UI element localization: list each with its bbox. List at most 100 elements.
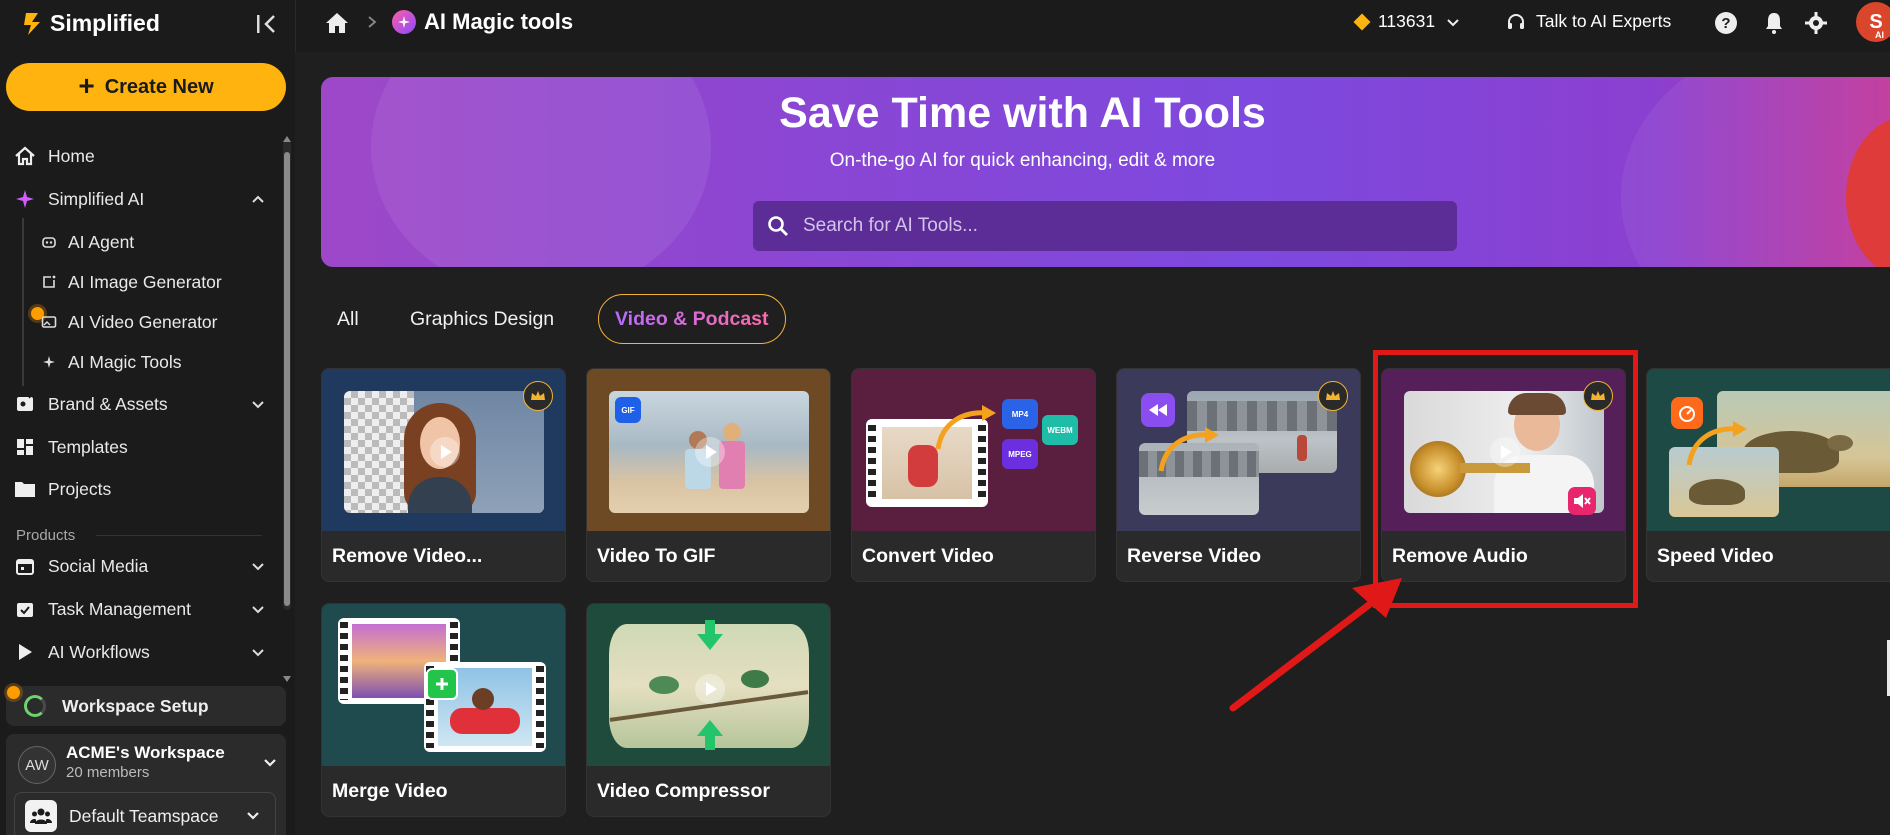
sub-item-label: AI Agent [68, 231, 135, 252]
collapse-sidebar-icon[interactable] [254, 12, 280, 36]
play-icon [695, 674, 725, 704]
tool-card-speed-video[interactable]: Speed Video [1646, 368, 1890, 582]
tab-all[interactable]: All [337, 294, 359, 344]
magic-sparkle-icon [40, 353, 58, 371]
help-icon[interactable]: ? [1714, 11, 1738, 35]
rewind-icon [1141, 393, 1175, 427]
scroll-down-arrow-icon[interactable] [283, 676, 291, 682]
compress-down-arrow-icon [697, 620, 723, 650]
image-gen-icon [40, 273, 58, 291]
teamspace-label: Default Teamspace [69, 805, 219, 826]
calendar-icon [14, 555, 36, 577]
tool-card-reverse-video[interactable]: Reverse Video [1116, 368, 1361, 582]
compress-up-arrow-icon [697, 720, 723, 750]
chevron-down-icon[interactable] [245, 807, 261, 823]
robot-icon [40, 233, 58, 251]
tool-card-video-compressor[interactable]: Video Compressor [586, 603, 831, 817]
sidebar-item-projects[interactable]: Projects [14, 474, 264, 504]
card-thumbnail [1647, 369, 1890, 531]
sidebar-item-ai-workflows[interactable]: AI Workflows [14, 637, 264, 667]
section-divider [96, 535, 262, 536]
user-ai-tag: AI [1875, 30, 1884, 40]
section-label-products: Products [16, 527, 76, 544]
sub-item-label: AI Image Generator [68, 271, 222, 292]
credits-dropdown[interactable]: 113631 [1353, 11, 1461, 32]
sidebar-item-social-media[interactable]: Social Media [14, 551, 264, 581]
tab-graphics-design[interactable]: Graphics Design [410, 294, 554, 344]
sidebar-item-label: Home [48, 145, 95, 166]
card-thumbnail [587, 604, 830, 766]
talk-to-experts-button[interactable]: Talk to AI Experts [1506, 11, 1671, 32]
tab-video-podcast[interactable]: Video & Podcast [598, 294, 786, 344]
chevron-down-icon[interactable] [262, 754, 278, 770]
chevron-up-icon[interactable] [250, 191, 266, 207]
sidebar-item-home[interactable]: Home [14, 141, 264, 171]
credits-value: 113631 [1378, 11, 1436, 31]
create-new-label: Create New [104, 75, 214, 98]
app-logo[interactable]: Simplified [22, 10, 160, 37]
search-input[interactable] [803, 215, 1423, 237]
tool-card-merge-video[interactable]: Merge Video [321, 603, 566, 817]
convert-arrow-icon [935, 405, 996, 450]
sidebar-item-ai-image-generator[interactable]: AI Image Generator [40, 268, 222, 296]
sidebar-item-ai-agent[interactable]: AI Agent [40, 228, 134, 256]
sidebar-item-label: Simplified AI [48, 188, 145, 209]
workspace-members: 20 members [66, 764, 150, 781]
svg-text:?: ? [1721, 15, 1730, 32]
chevron-down-icon [1447, 18, 1459, 26]
format-badge-webm: WEBM [1042, 415, 1078, 445]
sidebar-scrollbar-thumb[interactable] [284, 152, 290, 606]
workspace-switcher[interactable]: AW ACME's Workspace 20 members Default T… [6, 734, 286, 835]
sidebar-item-ai-magic-tools[interactable]: AI Magic Tools [40, 348, 181, 376]
search-box[interactable] [753, 201, 1457, 251]
home-icon [14, 145, 36, 167]
video-gen-icon [40, 313, 58, 331]
workspace-avatar: AW [18, 746, 56, 784]
sparkle-icon [14, 188, 36, 210]
workspace-name: ACME's Workspace [66, 743, 225, 762]
progress-ring-icon [24, 695, 46, 717]
home-icon[interactable] [324, 11, 350, 35]
add-merge-icon [426, 668, 458, 700]
create-new-button[interactable]: + Create New [6, 63, 286, 111]
user-avatar[interactable]: S [1856, 2, 1890, 42]
card-label: Remove Video... [332, 545, 483, 567]
premium-crown-icon [523, 381, 553, 411]
card-thumbnail: MP4 WEBM MPEG [852, 369, 1095, 531]
play-icon [14, 641, 36, 663]
tool-card-video-to-gif[interactable]: GIF Video To GIF [586, 368, 831, 582]
sidebar-item-simplified-ai[interactable]: Simplified AI [14, 184, 264, 214]
teamspace-selector[interactable]: Default Teamspace [14, 792, 276, 835]
chevron-down-icon[interactable] [250, 644, 266, 660]
sidebar-item-label: AI Workflows [48, 641, 150, 662]
sidebar: Simplified + Create New Home Simplified … [0, 0, 295, 835]
tool-card-remove-video-bg[interactable]: Remove Video... [321, 368, 566, 582]
sidebar-item-templates[interactable]: Templates [14, 432, 264, 462]
sidebar-item-task-management[interactable]: Task Management [14, 594, 264, 624]
format-badge-mpeg: MPEG [1002, 439, 1038, 469]
gear-icon[interactable] [1804, 11, 1828, 35]
submenu-line [22, 218, 24, 386]
workspace-setup-dot [7, 686, 20, 699]
chevron-down-icon[interactable] [250, 558, 266, 574]
chevron-down-icon[interactable] [250, 396, 266, 412]
gif-badge: GIF [615, 397, 641, 423]
speed-arrow-icon [1686, 421, 1747, 466]
format-badge-label: WEBM [1047, 425, 1073, 435]
card-label: Video To GIF [597, 545, 716, 567]
sidebar-item-ai-video-generator[interactable]: AI Video Generator [40, 308, 218, 336]
play-icon [695, 437, 725, 467]
workspace-setup-label: Workspace Setup [62, 695, 209, 716]
scroll-up-arrow-icon[interactable] [283, 136, 291, 142]
app-name: Simplified [50, 10, 160, 36]
sidebar-item-brand-assets[interactable]: Brand & Assets [14, 389, 264, 419]
tool-card-convert-video[interactable]: MP4 WEBM MPEG Convert Video [851, 368, 1096, 582]
workspace-setup-button[interactable]: Workspace Setup [6, 686, 286, 726]
bell-icon[interactable] [1762, 11, 1786, 35]
sidebar-item-label: Brand & Assets [48, 393, 168, 414]
credits-diamond-icon [1353, 13, 1371, 30]
chevron-down-icon[interactable] [250, 601, 266, 617]
page-title: AI Magic tools [424, 9, 574, 34]
sidebar-item-label: Projects [48, 478, 112, 499]
reverse-arrow-icon [1158, 427, 1219, 472]
